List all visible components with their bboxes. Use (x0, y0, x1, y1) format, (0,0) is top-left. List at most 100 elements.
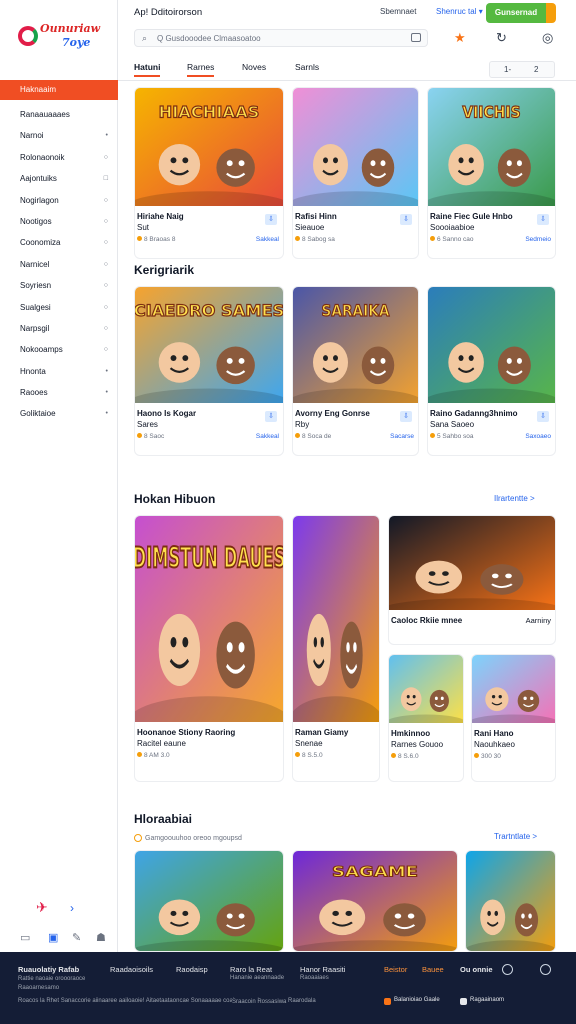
app-logo[interactable]: Ounuriaw 7oye (18, 18, 102, 58)
game-card[interactable]: Rafisi Hinn Sieauoe 8 Sabog sa ⇩ (292, 87, 419, 259)
game-card[interactable]: SARAIKA Avorny Eng Gonrse Rby 8 Soca de Saca… (292, 286, 419, 456)
game-card[interactable]: Raino Gadanng3hnimo Sana Saoeo 5 Sahbo soa… (427, 286, 556, 456)
game-thumbnail[interactable] (472, 655, 555, 723)
sidebar-item[interactable]: Soyriesn ○ (0, 275, 118, 296)
game-thumbnail[interactable]: DIMSTUN DAUES (135, 516, 283, 722)
game-card[interactable]: CIAEDRO SAMES Haono Is Kogar Sares 8 Saoc Sa… (134, 286, 284, 456)
game-title[interactable]: Haono Is Kogar (137, 409, 196, 418)
download-icon[interactable]: ⇩ (400, 214, 412, 225)
footer-link[interactable]: Ou onnie (460, 965, 493, 974)
game-thumbnail[interactable]: CIAEDRO SAMES (135, 287, 283, 403)
tab-rarnes[interactable]: Rarnes (187, 62, 215, 77)
footer-language[interactable]: Sraacoin Rossasiwa ▸ (232, 998, 292, 1005)
sidebar-item[interactable]: Coonomiza ○ (0, 232, 118, 253)
game-card[interactable]: SAGAME (292, 850, 458, 952)
game-title[interactable]: Raino Gadanng3hnimo (430, 409, 518, 418)
game-card[interactable]: DIMSTUN DAUES Hoonanoe Stiony Raoring Raci… (134, 515, 284, 782)
footer-link[interactable]: Hanor Raasiti (300, 965, 345, 974)
game-thumbnail[interactable] (293, 88, 418, 206)
sidebar-item[interactable]: Hnonta • (0, 361, 118, 382)
sidebar-item[interactable]: Nootigos ○ (0, 211, 118, 232)
footer-link[interactable]: Raoaaiaes (300, 975, 329, 981)
sidebar-item[interactable]: Rolonaonoik ○ (0, 147, 118, 168)
refresh-icon[interactable]: ↻ (496, 30, 507, 46)
game-thumbnail[interactable] (389, 655, 463, 723)
sidebar-item[interactable]: Nogirlagon ○ (0, 190, 118, 211)
sidebar-item[interactable]: Narnoi • (0, 125, 118, 146)
game-thumbnail[interactable]: VIICHIS (428, 88, 555, 206)
game-card[interactable]: Hmkinnoo Rarnes Gouoo 8 S.6.0 (388, 654, 464, 782)
game-thumbnail[interactable] (466, 851, 555, 951)
footer-link[interactable]: Hananie aeannaade (230, 975, 284, 981)
footer-link[interactable]: Ragaainaom (470, 997, 504, 1003)
game-card[interactable]: Rani Hano Naouhkaeo 300 30 (471, 654, 556, 782)
sidebar-item[interactable]: Narnicel ○ (0, 254, 118, 275)
pager-next-button[interactable]: 2 (534, 62, 538, 77)
sidebar-item-icon: ○ (103, 324, 108, 332)
sidebar-item[interactable]: Narpsgil ○ (0, 318, 118, 339)
chat-icon[interactable]: ▣ (48, 931, 58, 944)
footer-link[interactable]: Raadaoisoils (110, 965, 153, 974)
download-icon[interactable]: ⇩ (400, 411, 412, 422)
info-icon[interactable] (540, 964, 551, 975)
game-title[interactable]: Raine Fiec Gule Hnbo (430, 212, 513, 221)
user-icon[interactable]: ◎ (542, 30, 553, 46)
download-icon[interactable]: ⇩ (537, 411, 549, 422)
download-icon[interactable]: ⇩ (265, 411, 277, 422)
keyboard-icon[interactable] (411, 33, 421, 42)
arrow-right-icon[interactable]: › (70, 901, 74, 915)
game-title[interactable]: Hiriahe Naig (137, 212, 184, 221)
settings-icon[interactable] (502, 964, 513, 975)
game-thumbnail[interactable] (135, 851, 283, 951)
download-icon[interactable]: ⇩ (537, 214, 549, 225)
tab-noves[interactable]: Noves (242, 62, 266, 72)
edit-icon[interactable]: ✎ (72, 931, 81, 944)
footer-link[interactable]: Bauee (422, 965, 444, 974)
game-card[interactable]: HIACHIAAS Hiriahe Naig Sut 8 Braoas 8 Sakkea… (134, 87, 284, 259)
footer-link[interactable]: Beistor (384, 965, 407, 974)
game-thumbnail[interactable]: SAGAME (293, 851, 457, 951)
download-icon[interactable]: ⇩ (265, 214, 277, 225)
bird-icon[interactable]: ✈ (36, 899, 48, 916)
game-thumbnail[interactable]: SARAIKA (293, 287, 418, 403)
game-card[interactable]: Caoloc Rkiie mnee Aarniny (388, 515, 556, 645)
sidebar-item[interactable]: Aajontuiks □ (0, 168, 118, 189)
game-card[interactable] (465, 850, 556, 952)
search-input[interactable]: ⌕ Q Gusdooodee Clmaasoatoo (134, 29, 428, 47)
footer-link[interactable]: Raarodala (288, 998, 316, 1004)
game-card[interactable] (134, 850, 284, 952)
game-thumbnail[interactable] (293, 516, 379, 722)
footer-link[interactable]: Raodaisp (176, 965, 208, 974)
game-artwork: SAGAME (293, 851, 457, 951)
game-card[interactable]: VIICHIS Raine Fiec Gule Hnbo Soooiaabioe 6 … (427, 87, 556, 259)
game-title[interactable]: Rani Hano (474, 729, 514, 738)
sidebar-item[interactable]: Raooes • (0, 382, 118, 403)
game-thumbnail[interactable]: HIACHIAAS (135, 88, 283, 206)
sidebar-item[interactable]: Goliktaioe • (0, 403, 118, 424)
pager-prev-button[interactable]: 1- (504, 62, 511, 77)
folder-icon[interactable]: ▭ (20, 931, 30, 944)
star-icon[interactable]: ★ (454, 30, 466, 46)
tab-sarnls[interactable]: Sarnls (295, 62, 319, 72)
tab-hatuni[interactable]: Hatuni (134, 62, 161, 77)
game-thumbnail[interactable] (428, 287, 555, 403)
sidebar-item[interactable]: Ranaauaaaes (0, 104, 118, 125)
game-title[interactable]: Raman Giamy (295, 728, 348, 737)
footer-link[interactable]: Balanioiao Gaale (394, 997, 440, 1003)
sidebar-item[interactable]: Sualgesi ○ (0, 297, 118, 318)
header-select[interactable]: Shenruc tal ▾ (436, 7, 483, 16)
group-icon[interactable]: ☗ (96, 931, 106, 944)
game-title[interactable]: Rafisi Hinn (295, 212, 337, 221)
game-title[interactable]: Avorny Eng Gonrse (295, 409, 370, 418)
sidebar-item[interactable]: Nokooamps ○ (0, 339, 118, 360)
game-card[interactable]: Raman Giamy Snenae 8 S.5.0 (292, 515, 380, 782)
game-title[interactable]: Caoloc Rkiie mnee (391, 616, 462, 625)
footer-link[interactable]: Raro la Reat (230, 965, 272, 974)
primary-cta-button[interactable]: Gunsernad (486, 3, 556, 23)
game-title[interactable]: Hoonanoe Stiony Raoring (137, 728, 235, 737)
see-all-link[interactable]: Ilrartentte > (494, 494, 535, 503)
sidebar-item[interactable]: Haknaaim (0, 80, 118, 100)
see-all-link[interactable]: Trartntlate > (494, 832, 537, 841)
game-title[interactable]: Hmkinnoo (391, 729, 430, 738)
game-thumbnail[interactable] (389, 516, 555, 610)
